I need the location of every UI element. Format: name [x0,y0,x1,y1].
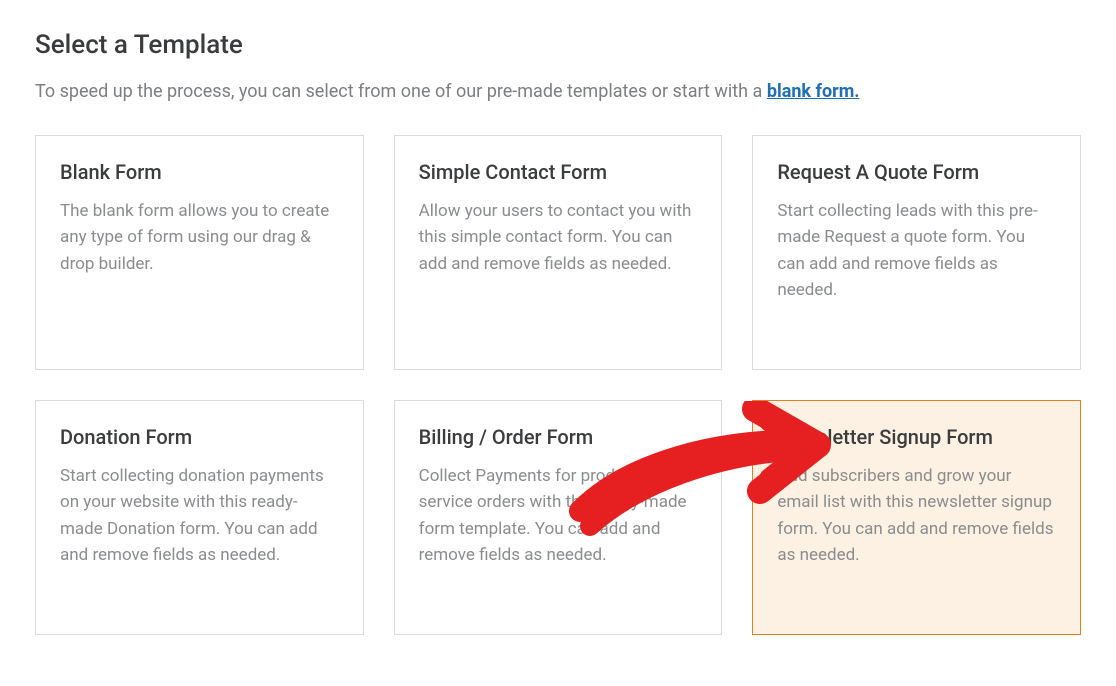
page-description: To speed up the process, you can select … [35,78,1081,105]
template-card-request-quote[interactable]: Request A Quote Form Start collecting le… [752,135,1081,370]
template-card-blank-form[interactable]: Blank Form The blank form allows you to … [35,135,364,370]
template-card-description: Add subscribers and grow your email list… [777,463,1056,568]
template-card-title: Request A Quote Form [777,160,1056,184]
blank-form-link[interactable]: blank form. [767,81,860,102]
template-card-simple-contact[interactable]: Simple Contact Form Allow your users to … [394,135,723,370]
template-card-description: Start collecting donation payments on yo… [60,463,339,568]
template-card-title: Newsletter Signup Form [777,425,1056,449]
template-card-title: Simple Contact Form [419,160,698,184]
template-card-newsletter-signup[interactable]: Newsletter Signup Form Add subscribers a… [752,400,1081,635]
template-card-description: Start collecting leads with this pre-mad… [777,198,1056,303]
template-card-title: Billing / Order Form [419,425,698,449]
template-card-description: Allow your users to contact you with thi… [419,198,698,277]
template-card-donation[interactable]: Donation Form Start collecting donation … [35,400,364,635]
template-card-title: Donation Form [60,425,339,449]
page-title: Select a Template [35,30,1081,60]
template-card-billing-order[interactable]: Billing / Order Form Collect Payments fo… [394,400,723,635]
template-card-description: The blank form allows you to create any … [60,198,339,277]
description-text: To speed up the process, you can select … [35,81,767,102]
template-grid: Blank Form The blank form allows you to … [35,135,1081,635]
template-card-description: Collect Payments for product and service… [419,463,698,568]
template-card-title: Blank Form [60,160,339,184]
